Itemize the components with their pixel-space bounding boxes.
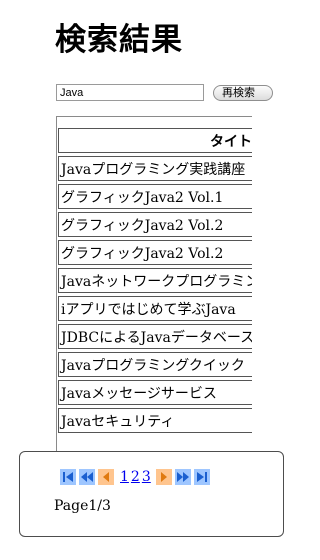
table-cell-title: Javaプログラミングクイック [58, 352, 252, 377]
next-block-button[interactable] [174, 469, 191, 485]
table-row[interactable]: グラフィックJava2 Vol.2 [58, 240, 252, 265]
table-row[interactable]: Javaプログラミング実践講座 [58, 156, 252, 181]
table-cell-title: JDBCによるJavaデータベース [58, 324, 252, 349]
table-row[interactable]: iアプリではじめて学ぶJava [58, 296, 252, 321]
table-row[interactable]: Javaセキュリティ [58, 408, 252, 433]
table-cell-title: Javaセキュリティ [58, 408, 252, 433]
pagination-controls: 1 2 3 [60, 468, 213, 486]
page-indicator: Page1/3 [54, 498, 111, 514]
left-arrow-icon [103, 472, 109, 482]
results-scroll-area[interactable]: タイトル Javaプログラミング実践講座 グラフィックJava2 Vol.1 グ… [56, 116, 252, 456]
next-page-button[interactable] [155, 469, 172, 485]
page-link-1[interactable]: 1 [120, 469, 129, 485]
prev-block-button[interactable] [79, 469, 95, 485]
table-header-row: タイトル [58, 128, 252, 153]
search-input[interactable] [56, 84, 204, 101]
first-page-icon [63, 472, 73, 482]
last-page-icon [196, 472, 207, 482]
table-row[interactable]: Javaプログラミングクイック [58, 352, 252, 377]
table-row[interactable]: Javaメッセージサービス [58, 380, 252, 405]
table-row[interactable]: JDBCによるJavaデータベース [58, 324, 252, 349]
table-row[interactable]: Javaネットワークプログラミング [58, 268, 252, 293]
right-arrow-icon [160, 472, 167, 482]
table-cell-title: Javaネットワークプログラミング [58, 268, 252, 293]
pagination-panel: 1 2 3 Page1/3 [19, 451, 284, 537]
page-link-3[interactable]: 3 [142, 469, 151, 485]
table-cell-title: Javaメッセージサービス [58, 380, 252, 405]
table-cell-title: Javaプログラミング実践講座 [58, 156, 252, 181]
page-link-2[interactable]: 2 [131, 469, 140, 485]
first-page-button[interactable] [60, 469, 76, 485]
page-number-list: 1 2 3 [119, 469, 152, 485]
table-cell-title: グラフィックJava2 Vol.1 [58, 184, 252, 209]
research-button[interactable]: 再検索 [213, 85, 273, 101]
double-left-icon [81, 472, 93, 482]
table-cell-title: グラフィックJava2 Vol.2 [58, 240, 252, 265]
table-cell-title: iアプリではじめて学ぶJava [58, 296, 252, 321]
table-cell-title: グラフィックJava2 Vol.2 [58, 212, 252, 237]
prev-page-button[interactable] [98, 469, 114, 485]
table-row[interactable]: グラフィックJava2 Vol.1 [58, 184, 252, 209]
page-title: 検索結果 [55, 22, 183, 58]
column-header-title: タイトル [58, 128, 252, 153]
results-table: タイトル Javaプログラミング実践講座 グラフィックJava2 Vol.1 グ… [58, 125, 252, 436]
last-page-button[interactable] [193, 469, 210, 485]
double-right-icon [176, 472, 189, 482]
table-row[interactable]: グラフィックJava2 Vol.2 [58, 212, 252, 237]
